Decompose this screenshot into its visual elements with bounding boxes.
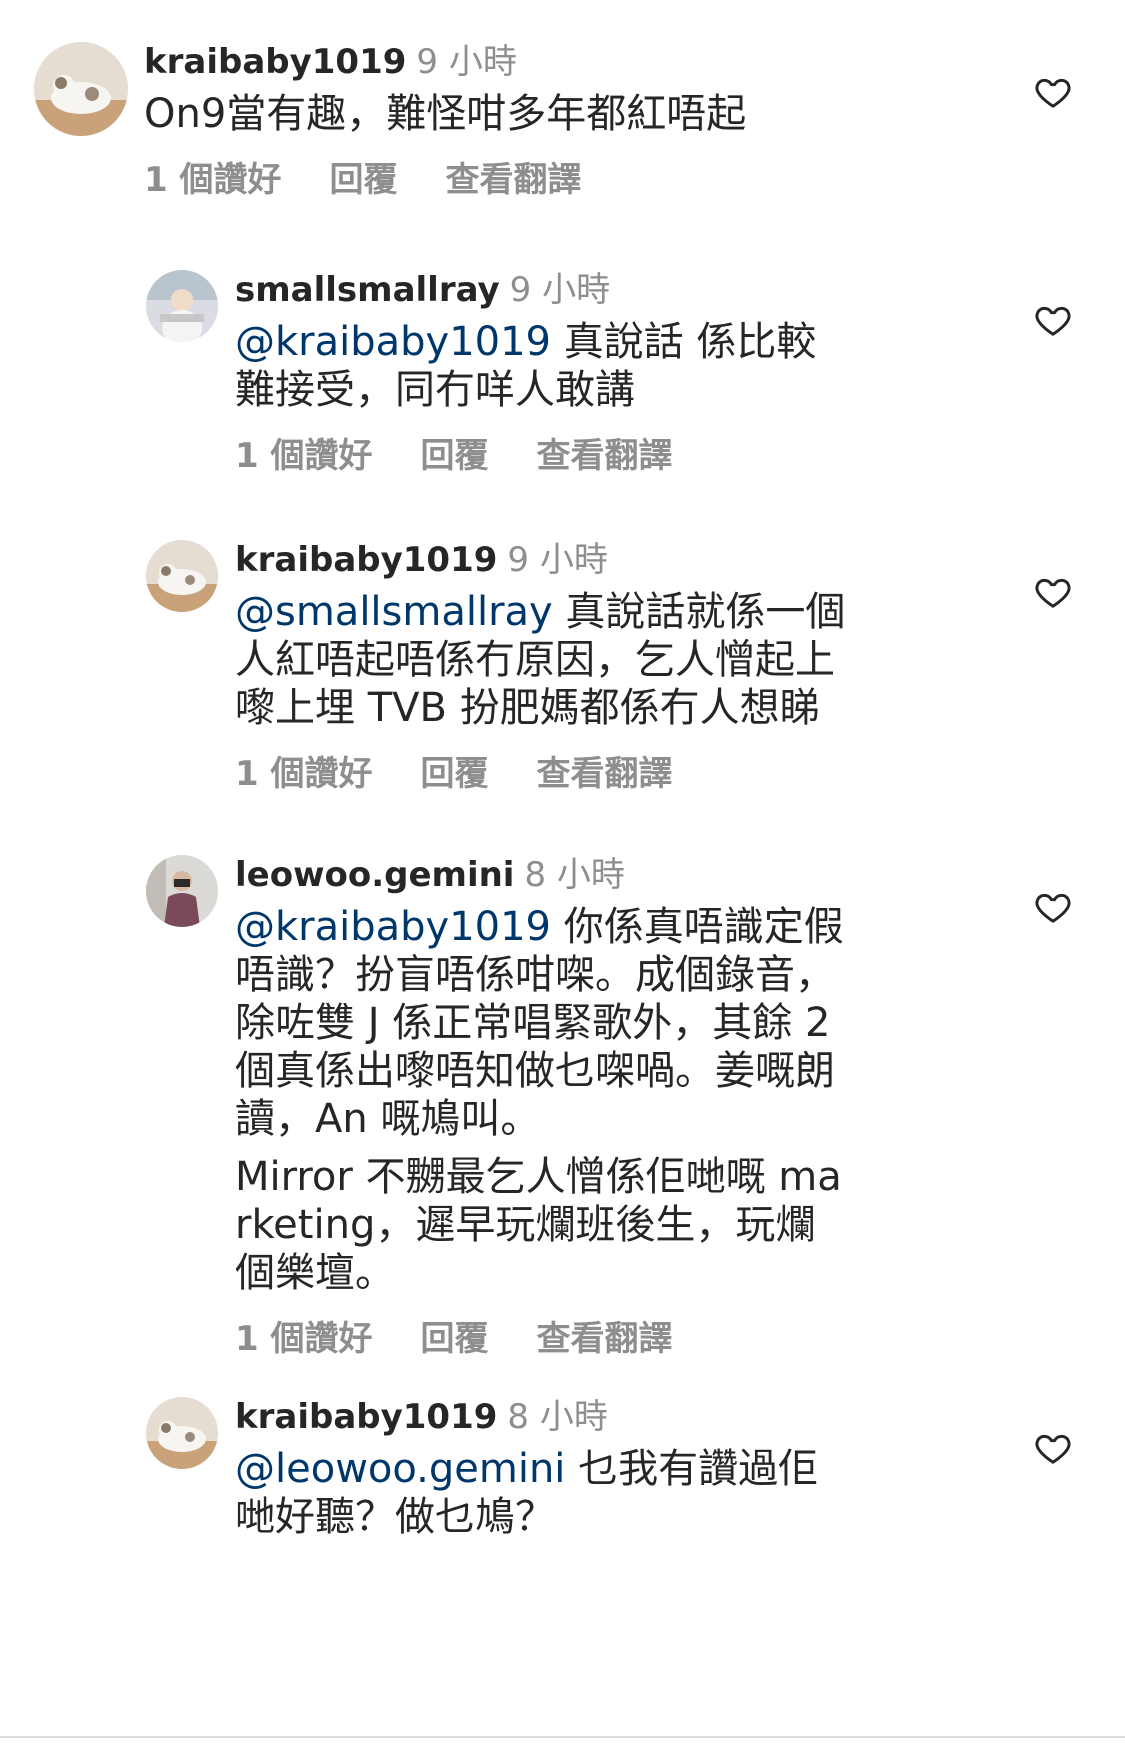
timestamp: 8 小時	[524, 855, 625, 895]
heart-icon[interactable]	[1033, 887, 1073, 927]
mention-link[interactable]: @smallsmallray	[235, 589, 553, 635]
comment-text: @leowoo.gemini 乜我有讚過佢哋好聽？做乜鳩？	[235, 1445, 855, 1541]
comment-meta: kraibaby1019 9 小時	[235, 540, 855, 580]
comment-actions: 1 個讚好 回覆 查看翻譯	[235, 436, 835, 476]
comment-item: kraibaby1019 9 小時 On9當有趣，難怪咁多年都紅唔起 1 個讚好 回…	[34, 42, 1125, 202]
reply-item: smallsmallray 9 小時 @kraibaby1019 真說話 係比較難…	[146, 270, 1125, 480]
mention-link[interactable]: @kraibaby1019	[235, 319, 551, 365]
comment-text: @smallsmallray 真說話就係一個人紅唔起唔係冇原因，乞人憎起上嚟上埋…	[235, 588, 855, 732]
heart-icon[interactable]	[1033, 572, 1073, 612]
username[interactable]: kraibaby1019	[235, 540, 497, 580]
translate-button[interactable]: 查看翻譯	[537, 1319, 673, 1359]
timestamp: 9 小時	[416, 42, 517, 82]
username[interactable]: kraibaby1019	[235, 1397, 497, 1437]
comment-text: @kraibaby1019 真說話 係比較難接受，同冇咩人敢講	[235, 318, 835, 414]
comment-actions: 1 個讚好 回覆 查看翻譯	[235, 1319, 855, 1359]
reply-button[interactable]: 回覆	[421, 1319, 489, 1359]
comment-text: On9當有趣，難怪咁多年都紅唔起	[144, 90, 824, 138]
divider	[0, 1736, 1125, 1738]
heart-icon[interactable]	[1033, 72, 1073, 112]
comment-body: On9當有趣，難怪咁多年都紅唔起	[144, 91, 747, 137]
translate-button[interactable]: 查看翻譯	[537, 754, 673, 794]
username[interactable]: smallsmallray	[235, 270, 500, 310]
reply-item: leowoo.gemini 8 小時 @kraibaby1019 你係真唔識定假唔…	[146, 855, 1125, 1359]
avatar[interactable]	[146, 540, 218, 612]
comment-meta: smallsmallray 9 小時	[235, 270, 835, 310]
mention-link[interactable]: @leowoo.gemini	[235, 1446, 565, 1492]
avatar[interactable]	[34, 42, 128, 136]
reply-button[interactable]: 回覆	[421, 754, 489, 794]
timestamp: 9 小時	[507, 540, 608, 580]
likes-count[interactable]: 1 個讚好	[235, 436, 373, 476]
comment-actions: 1 個讚好 回覆 查看翻譯	[235, 754, 855, 794]
comment-text: @kraibaby1019 你係真唔識定假唔識？扮盲唔係咁㗎。成個錄音，除咗雙 …	[235, 903, 855, 1297]
heart-icon[interactable]	[1033, 1428, 1073, 1468]
mention-link[interactable]: @kraibaby1019	[235, 904, 551, 950]
avatar[interactable]	[146, 270, 218, 342]
comment-meta: kraibaby1019 9 小時	[144, 42, 824, 82]
avatar[interactable]	[146, 855, 218, 927]
likes-count[interactable]: 1 個讚好	[235, 1319, 373, 1359]
comment-meta: leowoo.gemini 8 小時	[235, 855, 855, 895]
comment-actions: 1 個讚好 回覆 查看翻譯	[144, 160, 824, 200]
likes-count[interactable]: 1 個讚好	[144, 160, 282, 200]
reply-button[interactable]: 回覆	[330, 160, 398, 200]
translate-button[interactable]: 查看翻譯	[446, 160, 582, 200]
reply-item: kraibaby1019 9 小時 @smallsmallray 真說話就係一個人…	[146, 540, 1125, 800]
reply-button[interactable]: 回覆	[421, 436, 489, 476]
timestamp: 9 小時	[509, 270, 611, 310]
username[interactable]: kraibaby1019	[144, 42, 406, 82]
reply-item: kraibaby1019 8 小時 @leowoo.gemini 乜我有讚過佢哋好…	[146, 1397, 1125, 1540]
timestamp: 8 小時	[507, 1397, 608, 1437]
heart-icon[interactable]	[1033, 300, 1073, 340]
comment-meta: kraibaby1019 8 小時	[235, 1397, 855, 1437]
translate-button[interactable]: 查看翻譯	[537, 436, 673, 476]
avatar[interactable]	[146, 1397, 218, 1469]
likes-count[interactable]: 1 個讚好	[235, 754, 373, 794]
comment-body-paragraph: Mirror 不嬲最乞人憎係佢哋嘅 marketing，遲早玩爛班後生，玩爛個樂…	[235, 1154, 842, 1296]
username[interactable]: leowoo.gemini	[235, 855, 514, 895]
